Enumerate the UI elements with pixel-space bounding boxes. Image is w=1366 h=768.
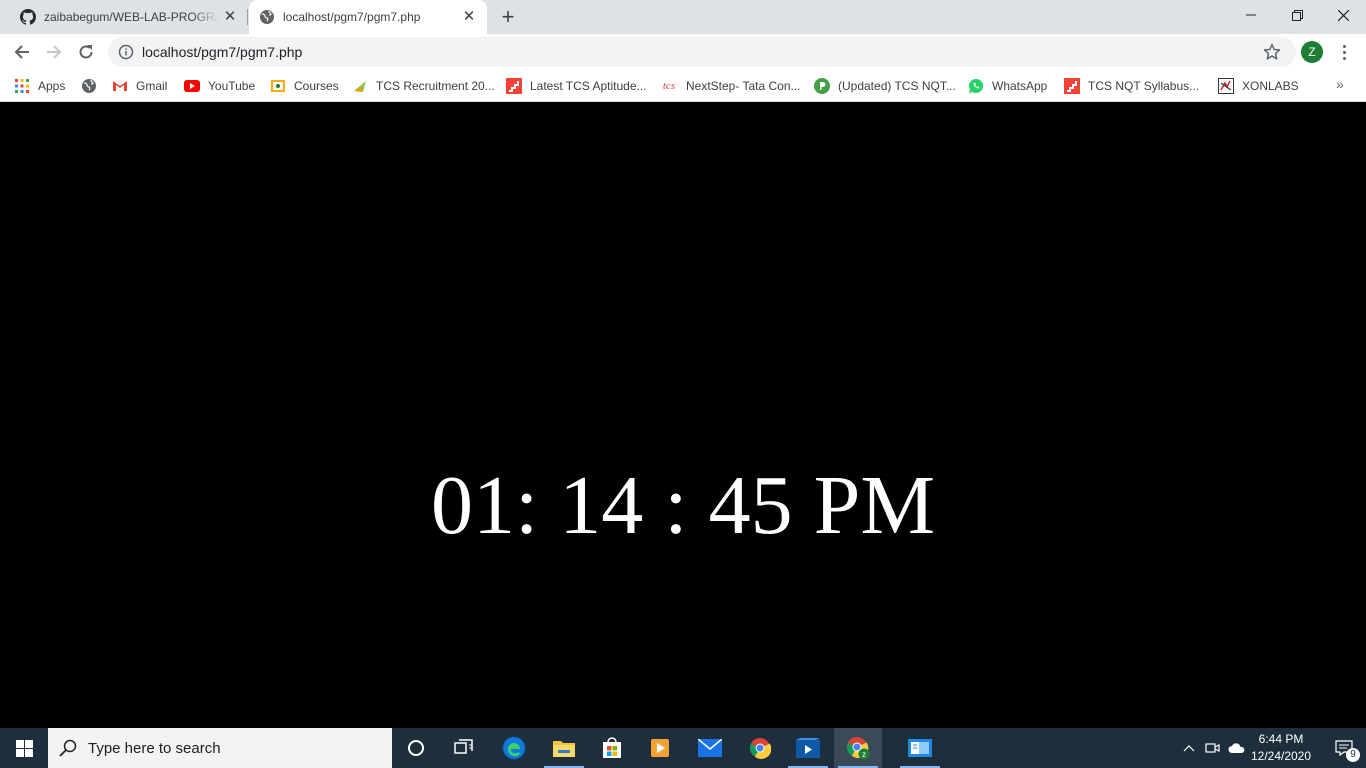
search-placeholder: Type here to search (88, 739, 221, 757)
aptitude-icon (506, 78, 522, 94)
tray-chevron-icon[interactable] (1178, 728, 1200, 768)
bookmark-label: Latest TCS Aptitude... (530, 79, 647, 93)
bookmark-label: TCS NQT Syllabus... (1088, 79, 1200, 93)
bookmark-label: (Updated) TCS NQT... (838, 79, 956, 93)
syllabus-icon (1064, 78, 1080, 94)
info-icon[interactable] (118, 44, 134, 60)
restore-icon[interactable] (1274, 0, 1320, 30)
bookmark-tcs-recruitment[interactable]: TCS Recruitment 20... (352, 76, 495, 96)
store-icon[interactable] (588, 728, 636, 768)
bookmark-xonlabs[interactable]: XONLABS (1218, 76, 1299, 96)
taskbar-search[interactable]: Type here to search (48, 728, 392, 768)
tab-title: localhost/pgm7/pgm7.php (283, 10, 421, 24)
bookmark-label: Courses (294, 79, 339, 93)
chrome-profile-icon[interactable]: z (834, 728, 882, 768)
bookmark-tcs-nqt[interactable]: (Updated) TCS NQT... (814, 76, 956, 96)
mail-icon[interactable] (686, 728, 734, 768)
forward-arrow-icon[interactable] (42, 40, 66, 64)
tab-divider (247, 9, 248, 25)
more-menu-icon[interactable] (1336, 40, 1352, 64)
onedrive-cloud-icon[interactable] (1226, 728, 1248, 768)
address-bar[interactable]: localhost/pgm7/pgm7.php (108, 37, 1296, 67)
bookmark-whatsapp[interactable]: WhatsApp (968, 76, 1047, 96)
bookmark-gmail[interactable]: Gmail (112, 76, 167, 96)
bookmark-label: XONLABS (1242, 79, 1299, 93)
tab-localhost[interactable]: localhost/pgm7/pgm7.php ✕ (249, 0, 487, 34)
bookmark-label: Apps (38, 79, 66, 93)
cortana-icon[interactable] (392, 728, 440, 768)
file-explorer-icon[interactable] (540, 728, 588, 768)
back-arrow-icon[interactable] (10, 40, 34, 64)
globe-icon (259, 9, 275, 25)
tab-close-icon[interactable]: ✕ (222, 9, 238, 25)
url-text[interactable]: localhost/pgm7/pgm7.php (142, 44, 302, 60)
bookmark-label: Gmail (136, 79, 168, 93)
bookmark-nextstep[interactable]: tcs NextStep- Tata Con... (660, 76, 801, 96)
digital-clock: 01: 14 : 45 PM (430, 459, 936, 552)
notification-badge: 9 (1346, 748, 1360, 762)
tab-title: zaibabegum/WEB-LAB-PROGRAMS (44, 10, 218, 24)
youtube-icon (184, 78, 200, 94)
system-clock[interactable]: 6:44 PM 12/24/2020 (1246, 731, 1316, 765)
bookmark-label: WhatsApp (992, 79, 1048, 93)
chrome-icon[interactable] (736, 728, 784, 768)
profile-avatar[interactable]: Z (1301, 41, 1323, 63)
bookmark-label: YouTube (208, 79, 256, 93)
meet-now-icon[interactable] (1202, 728, 1224, 768)
system-date: 12/24/2020 (1250, 749, 1312, 763)
system-time: 6:44 PM (1258, 732, 1304, 746)
bookmark-label: NextStep- Tata Con... (686, 79, 801, 93)
bookmark-courses[interactable]: Courses (270, 76, 339, 96)
bookmark-tcs-aptitude[interactable]: Latest TCS Aptitude... (506, 76, 647, 96)
windows-start-icon[interactable] (0, 728, 48, 768)
bookmark-youtube[interactable]: YouTube (184, 76, 255, 96)
apps-grid-icon (14, 78, 30, 94)
bookmarks-overflow-icon[interactable]: » (1336, 76, 1344, 92)
minimize-icon[interactable] (1228, 0, 1274, 30)
tcs-recruitment-icon (352, 78, 368, 94)
bookmark-tcs-syllabus[interactable]: TCS NQT Syllabus... (1064, 76, 1199, 96)
xonlabs-icon (1218, 78, 1234, 94)
reload-icon[interactable] (74, 40, 98, 64)
github-icon (20, 9, 36, 25)
bookmark-label: TCS Recruitment 20... (376, 79, 495, 93)
movies-tv-icon[interactable] (784, 728, 832, 768)
bookmarks-bar: Apps Gmail YouTube Courses TCS Recruitme… (0, 70, 1366, 102)
bookmark-star-icon[interactable] (1262, 42, 1282, 62)
windows-taskbar: Type here to search z 6:44 PM 12/24/2020… (0, 728, 1366, 768)
tab-strip: zaibabegum/WEB-LAB-PROGRAMS ✕ localhost/… (0, 0, 1366, 34)
browser-toolbar: localhost/pgm7/pgm7.php Z (0, 34, 1366, 70)
edge-icon[interactable] (490, 728, 538, 768)
gmail-icon (112, 78, 128, 94)
search-icon (58, 738, 78, 758)
close-window-icon[interactable] (1320, 0, 1366, 30)
bookmark-globe[interactable] (81, 76, 105, 96)
svg-text:z: z (862, 750, 866, 759)
courses-icon (270, 78, 286, 94)
video-editor-icon[interactable] (636, 728, 684, 768)
page-content: 01: 14 : 45 PM (0, 103, 1366, 728)
tab-close-icon[interactable]: ✕ (461, 9, 477, 25)
notifications-icon[interactable]: 9 (1322, 728, 1366, 768)
task-view-icon[interactable] (440, 728, 488, 768)
tcs-icon: tcs (662, 80, 676, 92)
bookmark-apps[interactable]: Apps (14, 76, 65, 96)
app-window-icon[interactable] (896, 728, 944, 768)
globe-icon (81, 78, 97, 94)
prep-icon (814, 78, 830, 94)
whatsapp-icon (968, 78, 984, 94)
new-tab-icon[interactable]: + (498, 6, 518, 28)
tab-github[interactable]: zaibabegum/WEB-LAB-PROGRAMS ✕ (0, 0, 248, 34)
